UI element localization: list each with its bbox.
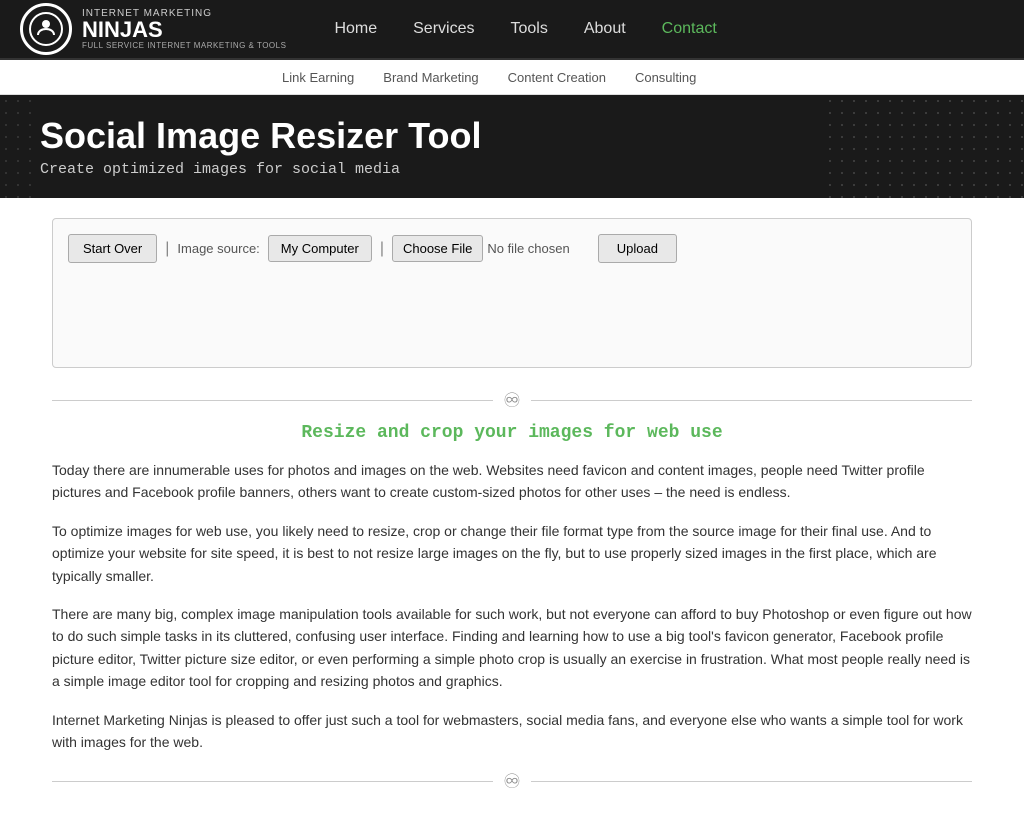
logo-icon [20, 3, 72, 55]
hero-dots-decoration [824, 95, 1024, 198]
content-paragraph-4: Internet Marketing Ninjas is pleased to … [52, 709, 972, 754]
hero-dots-left-decoration [0, 95, 40, 198]
nav-about[interactable]: About [566, 0, 644, 59]
nav-home[interactable]: Home [316, 0, 395, 59]
hero-section: Social Image Resizer Tool Create optimiz… [0, 95, 1024, 198]
section-title: Resize and crop your images for web use [52, 423, 972, 443]
tool-box: Start Over | Image source: My Computer |… [52, 218, 972, 368]
content-section: ♾ Resize and crop your images for web us… [32, 388, 992, 794]
subnav-link-earning[interactable]: Link Earning [270, 70, 366, 85]
spiral-icon-bottom: ♾ [503, 769, 521, 794]
sub-navigation: Link Earning Brand Marketing Content Cre… [0, 60, 1024, 95]
top-navigation: INTERNET MARKETING NINJAS FULL SERVICE I… [0, 0, 1024, 60]
separator-1: | [165, 240, 169, 258]
content-paragraph-1: Today there are innumerable uses for pho… [52, 459, 972, 504]
divider-line-right-bottom [531, 781, 972, 782]
nav-tools[interactable]: Tools [492, 0, 565, 59]
start-over-button[interactable]: Start Over [68, 234, 157, 263]
divider-top: ♾ [52, 388, 972, 413]
tool-controls: Start Over | Image source: My Computer |… [68, 234, 956, 263]
main-nav: Home Services Tools About Contact [316, 0, 734, 59]
nav-services[interactable]: Services [395, 0, 492, 59]
my-computer-button[interactable]: My Computer [268, 235, 372, 262]
nav-contact[interactable]: Contact [644, 0, 735, 59]
divider-line-left [52, 400, 493, 401]
divider-line-right [531, 400, 972, 401]
logo-text: INTERNET MARKETING NINJAS FULL SERVICE I… [82, 8, 286, 50]
content-paragraph-3: There are many big, complex image manipu… [52, 603, 972, 693]
logo-tagline: FULL SERVICE INTERNET MARKETING & TOOLS [82, 41, 286, 50]
image-source-label: Image source: [177, 241, 259, 256]
choose-file-button[interactable]: Choose File [392, 235, 483, 262]
file-input-wrapper: Choose File No file chosen [392, 235, 570, 262]
no-file-label: No file chosen [487, 241, 569, 256]
upload-button[interactable]: Upload [598, 234, 677, 263]
content-paragraph-2: To optimize images for web use, you like… [52, 520, 972, 587]
separator-2: | [380, 240, 384, 258]
subnav-consulting[interactable]: Consulting [623, 70, 708, 85]
divider-line-left-bottom [52, 781, 493, 782]
spiral-icon: ♾ [503, 388, 521, 413]
subnav-content-creation[interactable]: Content Creation [496, 70, 618, 85]
divider-bottom: ♾ [52, 769, 972, 794]
logo-name: NINJAS [82, 19, 286, 41]
subnav-brand-marketing[interactable]: Brand Marketing [371, 70, 490, 85]
logo-area: INTERNET MARKETING NINJAS FULL SERVICE I… [20, 3, 286, 55]
tool-container: Start Over | Image source: My Computer |… [32, 218, 992, 368]
